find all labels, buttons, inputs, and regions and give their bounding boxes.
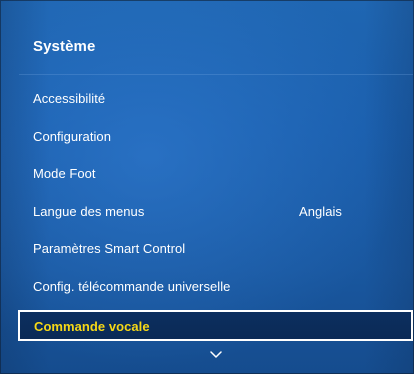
title-divider bbox=[19, 74, 413, 75]
menu-item-label: Mode Foot bbox=[33, 166, 96, 181]
menu-item-label: Langue des menus bbox=[33, 203, 145, 219]
menu-item-parametres-smart-control[interactable]: Paramètres Smart Control bbox=[0, 228, 414, 266]
menu-item-label: Configuration bbox=[33, 128, 111, 144]
system-menu-panel: Système Accessibilité Configuration Mode… bbox=[0, 0, 414, 374]
menu-item-config-telecommande-universelle[interactable]: Config. télécommande universelle bbox=[0, 266, 414, 304]
chevron-down-icon-graphic bbox=[210, 351, 222, 358]
menu-item-label: Config. télécommande universelle bbox=[33, 278, 231, 294]
menu-item-configuration[interactable]: Configuration bbox=[0, 116, 414, 154]
menu-item-langue-des-menus[interactable]: Langue des menus Anglais bbox=[0, 191, 414, 229]
menu-title: Système bbox=[33, 38, 96, 55]
menu-item-mode-foot[interactable]: Mode Foot bbox=[0, 153, 414, 191]
chevron-down-icon[interactable] bbox=[210, 351, 222, 359]
menu-item-commande-vocale[interactable]: Commande vocale bbox=[18, 310, 413, 341]
menu-list: Accessibilité Configuration Mode Foot La… bbox=[0, 78, 414, 341]
menu-item-label: Commande vocale bbox=[34, 319, 150, 334]
menu-item-label: Accessibilité bbox=[33, 91, 106, 106]
menu-item-accessibilite[interactable]: Accessibilité bbox=[0, 78, 414, 116]
menu-item-label: Paramètres Smart Control bbox=[33, 241, 186, 256]
menu-item-value: Anglais bbox=[299, 203, 342, 219]
